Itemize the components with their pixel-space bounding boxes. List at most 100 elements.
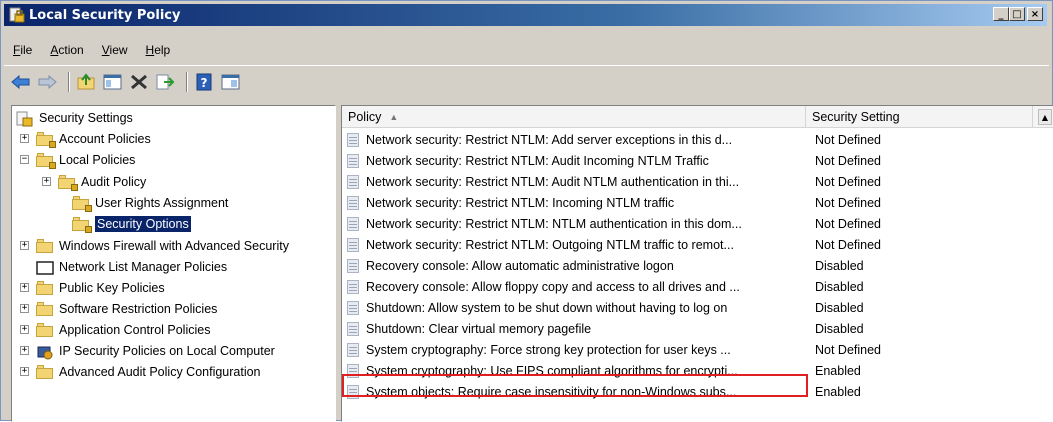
tree-item-label: Software Restriction Policies [59,302,218,316]
menu-file[interactable]: File [4,43,41,57]
menu-label: iew [109,43,128,57]
folder-lock-icon [72,196,92,212]
folder-icon [36,302,54,316]
expand-icon[interactable]: + [42,177,51,186]
console-tree[interactable]: Security Settings + Account Policies − L… [11,105,336,422]
tree-item-account-policies[interactable]: Account Policies [36,129,151,149]
policy-setting-value: Not Defined [815,174,882,189]
network-list-icon [36,260,54,275]
up-one-level-button[interactable] [76,71,98,93]
tree-item-software-restriction[interactable]: Software Restriction Policies [36,299,217,319]
tree-item-ip-security[interactable]: IP Security Policies on Local Computer [36,341,275,361]
minimize-button[interactable]: _ [993,7,1009,21]
tree-item-network-list-manager[interactable]: Network List Manager Policies [36,257,227,277]
tree-item-audit-policy[interactable]: Audit Policy [58,172,146,192]
up-folder-icon [77,72,95,89]
policy-setting-value: Not Defined [815,342,882,357]
table-row[interactable]: Network security: Restrict NTLM: Audit N… [342,171,1053,192]
expand-icon[interactable]: + [20,367,29,376]
properties-button[interactable] [220,71,242,93]
tree-item-user-rights-assignment[interactable]: User Rights Assignment [72,193,228,213]
scroll-up-button[interactable]: ▲ [1038,109,1052,125]
table-row[interactable]: Network security: Restrict NTLM: NTLM au… [342,213,1053,234]
expand-icon[interactable]: + [20,283,29,292]
table-row[interactable]: Recovery console: Allow floppy copy and … [342,276,1053,297]
tree-item-label: Windows Firewall with Advanced Security [59,239,289,253]
tree-item-windows-firewall[interactable]: Windows Firewall with Advanced Security [36,236,289,256]
table-row[interactable]: Network security: Restrict NTLM: Outgoin… [342,234,1053,255]
tree-item-label: IP Security Policies on Local Computer [59,344,275,358]
folder-open-lock-icon [72,217,92,233]
minimize-icon: _ [998,8,1004,20]
tree-item-label: Account Policies [59,132,151,146]
expand-icon[interactable]: + [20,325,29,334]
tree-item-public-key-policies[interactable]: Public Key Policies [36,278,165,298]
policy-setting-icon [346,321,362,336]
policy-setting-value: Not Defined [815,195,882,210]
expand-icon[interactable]: + [20,346,29,355]
tree-item-application-control[interactable]: Application Control Policies [36,320,210,340]
show-hide-console-tree-button[interactable] [102,71,124,93]
menu-accelerator: V [101,43,110,57]
maximize-button[interactable]: □ [1009,7,1025,21]
maximize-icon: □ [1012,8,1022,20]
policy-name: Network security: Restrict NTLM: Incomin… [366,195,675,210]
menu-help[interactable]: Help [137,43,180,57]
sort-ascending-icon: ▲ [389,112,399,122]
column-header-security-setting[interactable]: Security Setting [806,106,1033,128]
policy-setting-value: Disabled [815,300,864,315]
collapse-icon[interactable]: − [20,155,29,164]
export-list-button[interactable] [154,71,176,93]
title-bar[interactable]: Local Security Policy _ □ × [4,4,1047,26]
expand-icon[interactable]: + [20,241,29,250]
close-button[interactable]: × [1027,7,1043,21]
policy-name: Shutdown: Clear virtual memory pagefile [366,321,592,336]
back-icon [11,74,30,89]
column-label: Security Setting [812,110,900,124]
tree-item-advanced-audit[interactable]: Advanced Audit Policy Configuration [36,362,261,382]
tree-item-label: Application Control Policies [59,323,211,337]
properties-icon [221,74,240,89]
menu-view[interactable]: View [93,43,137,57]
table-row[interactable]: Network security: Restrict NTLM: Incomin… [342,192,1053,213]
tree-item-label: Security Settings [39,111,133,125]
policy-setting-icon [346,132,362,147]
policy-list[interactable]: Policy ▲ Security Setting ▲ Network secu… [341,105,1053,422]
back-button[interactable] [10,71,32,93]
expand-icon[interactable]: + [20,134,29,143]
policy-setting-value: Not Defined [815,237,882,252]
svg-text:?: ? [201,76,208,90]
policy-setting-icon [346,237,362,252]
tree-item-security-options[interactable]: Security Options [72,214,191,234]
column-header-policy[interactable]: Policy ▲ [342,106,806,128]
expand-icon[interactable]: + [20,304,29,313]
menu-accelerator: H [145,43,155,57]
policy-setting-value: Enabled [815,384,861,399]
tree-item-local-policies[interactable]: Local Policies [36,150,135,170]
forward-button[interactable] [36,71,58,93]
policy-setting-value: Not Defined [815,153,882,168]
help-button[interactable]: ? [194,71,216,93]
tree-item-label: Audit Policy [81,175,147,189]
table-row[interactable]: Shutdown: Clear virtual memory pagefile D… [342,318,1053,339]
policy-setting-value: Not Defined [815,216,882,231]
delete-button[interactable] [128,71,150,93]
help-icon: ? [196,73,212,90]
policy-name: Network security: Restrict NTLM: Outgoin… [366,237,734,252]
policy-name: Shutdown: Allow system to be shut down w… [366,300,728,315]
local-security-policy-icon [9,7,25,23]
toolbar: ? [4,65,1049,97]
menu-action[interactable]: Action [41,43,92,57]
security-settings-icon [16,111,34,127]
table-row[interactable]: Network security: Restrict NTLM: Audit I… [342,150,1053,171]
policy-setting-icon [346,258,362,273]
policy-setting-icon [346,342,362,357]
table-row[interactable]: System cryptography: Force strong key pr… [342,339,1053,360]
column-label: Policy [348,110,382,124]
tree-root-security-settings[interactable]: Security Settings [16,108,133,128]
table-row[interactable]: Recovery console: Allow automatic admini… [342,255,1053,276]
policy-name: Network security: Restrict NTLM: Audit N… [366,174,740,189]
table-row[interactable]: Shutdown: Allow system to be shut down w… [342,297,1053,318]
table-row[interactable]: Network security: Restrict NTLM: Add ser… [342,129,1053,150]
close-icon: × [1030,8,1040,20]
